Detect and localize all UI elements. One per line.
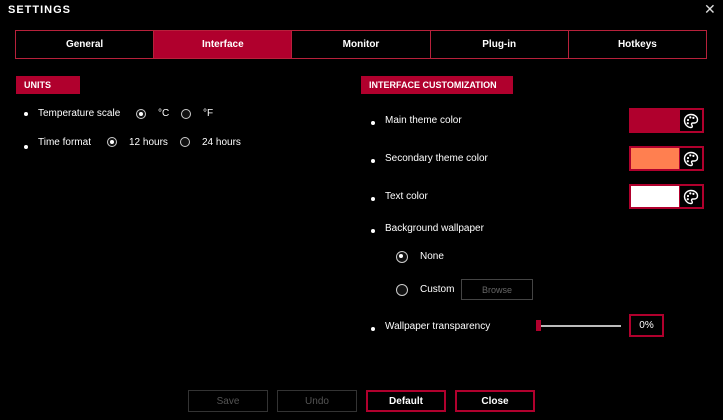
units-heading: UNITS [16, 76, 80, 94]
celsius-label: °C [158, 108, 170, 119]
text-color-picker[interactable] [629, 184, 704, 209]
wallpaper-custom-label: Custom [420, 284, 455, 295]
main-theme-color-fill [631, 110, 679, 131]
24-hours-radio[interactable] [180, 137, 190, 147]
save-button[interactable]: Save [188, 390, 268, 412]
secondary-theme-color-picker[interactable] [629, 146, 704, 171]
background-wallpaper-label: Background wallpaper [385, 223, 484, 234]
fahrenheit-radio[interactable] [181, 109, 191, 119]
tab-monitor[interactable]: Monitor [292, 31, 431, 58]
interface-customization-heading: INTERFACE CUSTOMIZATION [361, 76, 513, 94]
bullet [371, 197, 375, 201]
transparency-slider-thumb[interactable] [536, 320, 541, 331]
text-color-fill [631, 186, 679, 207]
wallpaper-transparency-label: Wallpaper transparency [385, 321, 491, 332]
tab-plug-in[interactable]: Plug-in [431, 31, 569, 58]
transparency-slider-track[interactable] [537, 325, 621, 327]
wallpaper-none-radio[interactable] [396, 251, 408, 263]
wallpaper-none-label: None [420, 251, 444, 262]
close-button[interactable]: Close [455, 390, 535, 412]
tab-general[interactable]: General [16, 31, 155, 58]
text-color-label: Text color [385, 191, 428, 202]
secondary-theme-color-label: Secondary theme color [385, 153, 488, 164]
bullet [371, 229, 375, 233]
browse-button[interactable]: Browse [461, 279, 533, 300]
main-theme-color-label: Main theme color [385, 115, 462, 126]
tab-interface[interactable]: Interface [154, 31, 293, 58]
window-title: SETTINGS [8, 4, 72, 16]
bullet [371, 327, 375, 331]
bullet [371, 159, 375, 163]
palette-icon [679, 186, 702, 207]
main-theme-color-picker[interactable] [629, 108, 704, 133]
wallpaper-custom-radio[interactable] [396, 284, 408, 296]
12-hours-label: 12 hours [129, 137, 168, 148]
secondary-theme-color-fill [631, 148, 679, 169]
temperature-scale-label: Temperature scale [38, 108, 121, 119]
palette-icon [679, 148, 702, 169]
undo-button[interactable]: Undo [277, 390, 357, 412]
close-icon[interactable]: ✕ [704, 1, 716, 18]
time-format-label: Time format [38, 137, 91, 148]
bullet [24, 145, 28, 149]
bullet [371, 121, 375, 125]
24-hours-label: 24 hours [202, 137, 241, 148]
palette-icon [679, 110, 702, 131]
tab-hotkeys[interactable]: Hotkeys [569, 31, 706, 58]
tab-bar: General Interface Monitor Plug-in Hotkey… [15, 30, 707, 59]
fahrenheit-label: °F [203, 108, 214, 119]
transparency-value[interactable]: 0% [629, 314, 664, 337]
bullet [24, 112, 28, 116]
12-hours-radio[interactable] [107, 137, 117, 147]
celsius-radio[interactable] [136, 109, 146, 119]
default-button[interactable]: Default [366, 390, 446, 412]
